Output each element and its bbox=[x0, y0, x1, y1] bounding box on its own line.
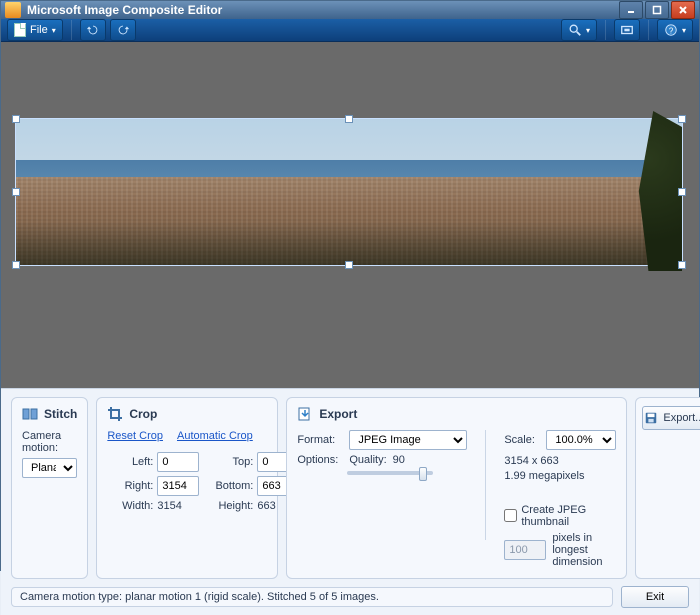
crop-bottom-label: Bottom: bbox=[201, 480, 257, 492]
export-heading: Export bbox=[319, 407, 357, 421]
exit-button[interactable]: Exit bbox=[621, 586, 689, 608]
file-menu-button[interactable]: File ▾ bbox=[7, 19, 63, 41]
crop-handle-tl[interactable] bbox=[12, 115, 20, 123]
camera-motion-label: Camera motion: bbox=[22, 430, 77, 454]
help-menu-button[interactable]: ? ▾ bbox=[657, 19, 693, 41]
maximize-button[interactable] bbox=[645, 1, 669, 19]
file-label: File bbox=[30, 24, 48, 36]
zoom-menu-button[interactable]: ▾ bbox=[561, 19, 597, 41]
quality-value: 90 bbox=[393, 454, 405, 466]
scale-label: Scale: bbox=[504, 434, 540, 446]
crop-heading: Crop bbox=[129, 407, 157, 421]
slider-thumb[interactable] bbox=[419, 467, 427, 481]
crop-handle-b[interactable] bbox=[345, 261, 353, 269]
minimize-button[interactable] bbox=[619, 1, 643, 19]
crop-width-label: Width: bbox=[107, 500, 157, 512]
create-thumbnail-label: Create JPEG thumbnail bbox=[521, 504, 616, 528]
crop-top-label: Top: bbox=[201, 456, 257, 468]
file-icon bbox=[14, 23, 26, 37]
thumbnail-pixels-input bbox=[504, 540, 546, 560]
help-icon: ? bbox=[664, 23, 678, 37]
crop-width-value: 3154 bbox=[157, 500, 201, 512]
titlebar: Microsoft Image Composite Editor bbox=[1, 1, 699, 19]
create-thumbnail-checkbox[interactable] bbox=[504, 509, 517, 522]
format-label: Format: bbox=[297, 434, 343, 446]
status-text: Camera motion type: planar motion 1 (rig… bbox=[11, 587, 613, 607]
export-icon bbox=[297, 406, 313, 422]
export-button-panel: Export... bbox=[635, 397, 700, 579]
window-title: Microsoft Image Composite Editor bbox=[27, 3, 619, 17]
crop-panel: Crop Reset Crop Automatic Crop Left: Top… bbox=[96, 397, 278, 579]
rotate-ccw-button[interactable] bbox=[80, 19, 106, 41]
svg-text:?: ? bbox=[669, 27, 674, 36]
options-label: Options: bbox=[297, 454, 343, 466]
crop-handle-tr[interactable] bbox=[678, 115, 686, 123]
chevron-down-icon: ▾ bbox=[682, 26, 686, 35]
camera-motion-select[interactable]: Planar Motion 1 bbox=[22, 458, 77, 478]
fit-view-button[interactable] bbox=[614, 19, 640, 41]
zoom-icon bbox=[568, 23, 582, 37]
crop-left-label: Left: bbox=[107, 456, 157, 468]
reset-crop-link[interactable]: Reset Crop bbox=[107, 430, 163, 442]
canvas-area[interactable] bbox=[1, 42, 699, 388]
close-button[interactable] bbox=[671, 1, 695, 19]
thumbnail-pixels-label: pixels in longest dimension bbox=[552, 532, 616, 568]
output-dimensions: 3154 x 663 bbox=[504, 454, 616, 469]
save-icon bbox=[644, 411, 658, 425]
export-panel: Export Format: JPEG Image Options: Quali… bbox=[286, 397, 627, 579]
chevron-down-icon: ▾ bbox=[52, 26, 56, 35]
crop-right-label: Right: bbox=[107, 480, 157, 492]
stitch-icon bbox=[22, 406, 38, 422]
crop-frame[interactable] bbox=[15, 118, 683, 266]
rotate-ccw-icon bbox=[86, 23, 100, 37]
crop-handle-t[interactable] bbox=[345, 115, 353, 123]
crop-left-input[interactable] bbox=[157, 452, 199, 472]
crop-handle-bl[interactable] bbox=[12, 261, 20, 269]
crop-icon bbox=[107, 406, 123, 422]
stitch-heading: Stitch bbox=[44, 407, 77, 421]
crop-height-label: Height: bbox=[201, 500, 257, 512]
crop-handle-l[interactable] bbox=[12, 188, 20, 196]
rotate-cw-button[interactable] bbox=[110, 19, 136, 41]
chevron-down-icon: ▾ bbox=[586, 26, 590, 35]
rotate-cw-icon bbox=[116, 23, 130, 37]
stitch-panel: Stitch Camera motion: Planar Motion 1 bbox=[11, 397, 88, 579]
quality-slider[interactable] bbox=[347, 471, 433, 475]
export-button-label: Export... bbox=[663, 412, 700, 424]
export-button[interactable]: Export... bbox=[642, 406, 700, 430]
fit-view-icon bbox=[620, 23, 634, 37]
toolbar: File ▾ ▾ ? bbox=[1, 19, 699, 42]
panorama-image bbox=[16, 119, 682, 265]
scale-select[interactable]: 100.0% bbox=[546, 430, 616, 450]
crop-handle-br[interactable] bbox=[678, 261, 686, 269]
crop-right-input[interactable] bbox=[157, 476, 199, 496]
automatic-crop-link[interactable]: Automatic Crop bbox=[177, 430, 253, 442]
quality-label: Quality: bbox=[349, 454, 386, 466]
output-megapixels: 1.99 megapixels bbox=[504, 469, 616, 484]
crop-handle-r[interactable] bbox=[678, 188, 686, 196]
format-select[interactable]: JPEG Image bbox=[349, 430, 467, 450]
app-icon bbox=[5, 2, 21, 18]
